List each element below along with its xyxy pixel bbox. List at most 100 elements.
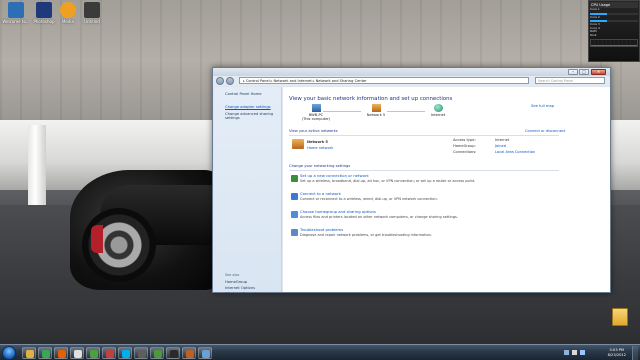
taskbar-item-network[interactable] — [198, 347, 212, 359]
wallpaper-brake — [91, 225, 103, 253]
address-row: ▸ Control Panel ▸ Network and Internet ▸… — [213, 76, 610, 86]
local-area-connection-link[interactable]: Local Area Connection — [495, 150, 535, 154]
internet-options-link[interactable]: Internet Options — [225, 286, 279, 290]
connect-disconnect-link[interactable]: Connect or disconnect — [525, 129, 565, 133]
sidebar-home-link[interactable]: Control Panel Home — [225, 92, 279, 96]
taskbar: 5:03 PM 8/23/2012 — [0, 344, 640, 360]
taskbar-item-skype[interactable] — [118, 347, 132, 359]
clock-date: 8/23/2012 — [607, 352, 626, 357]
see-also-title: See also — [225, 273, 240, 277]
file-icon — [84, 2, 100, 18]
close-button[interactable]: ✕ — [591, 69, 606, 75]
home-network-icon — [371, 104, 381, 112]
taskbar-item-utorrent[interactable] — [86, 347, 100, 359]
see-full-map-link[interactable]: See full map — [531, 104, 554, 108]
wallpaper-post — [28, 125, 46, 205]
desktop-icon[interactable]: Untitled — [78, 2, 106, 24]
network-tray-icon[interactable] — [580, 350, 585, 355]
homegroup-link[interactable]: HomeGroup — [225, 280, 279, 284]
recycle-bin-icon[interactable] — [612, 308, 628, 326]
troubleshoot-icon — [291, 229, 298, 236]
app5-icon — [186, 350, 194, 358]
back-button[interactable] — [216, 77, 224, 85]
task-connect-network[interactable]: Connect to a network Connect or reconnec… — [300, 191, 438, 201]
desktop-icon-label: Media — [61, 19, 74, 24]
taskbar-item-app3[interactable] — [150, 347, 164, 359]
map-node-label: Internet — [430, 113, 446, 117]
desktop-icon-image — [8, 2, 24, 18]
show-desktop-button[interactable] — [632, 346, 638, 360]
app4-icon — [170, 350, 178, 358]
task-title[interactable]: Choose homegroup and sharing options — [300, 209, 458, 214]
map-node-network: Network 5 — [361, 104, 391, 117]
map-node-internet: Internet — [423, 104, 453, 117]
section-divider — [289, 170, 559, 171]
breadcrumb-item[interactable]: Network and Sharing Center — [316, 79, 367, 83]
home-network-icon — [292, 139, 304, 149]
search-input[interactable]: Search Control Panel — [535, 77, 605, 84]
network-type-link[interactable]: Home network — [307, 146, 333, 150]
cpu-gadget[interactable]: CPU Usage Core 1 Core 2 Core 3 Core 4 RA… — [588, 0, 640, 62]
address-bar[interactable]: ▸ Control Panel ▸ Network and Internet ▸… — [239, 77, 529, 84]
desktop-icon[interactable]: Welcome to... — [2, 2, 30, 24]
minimize-button[interactable]: – — [568, 69, 578, 75]
taskbar-item-firefox[interactable] — [54, 347, 68, 359]
clock[interactable]: 5:03 PM 8/23/2012 — [608, 348, 626, 357]
task-title[interactable]: Set up a new connection or network — [300, 173, 475, 178]
app2-icon — [138, 350, 146, 358]
change-settings-title: Change your networking settings — [289, 164, 351, 168]
task-setup-connection[interactable]: Set up a new connection or network Set u… — [300, 173, 475, 183]
taskbar-item-app5[interactable] — [182, 347, 196, 359]
task-troubleshoot[interactable]: Troubleshoot problems Diagnose and repai… — [300, 227, 432, 237]
gadget-row: Disk — [590, 32, 597, 37]
volume-icon[interactable] — [572, 350, 577, 355]
breadcrumb-item[interactable]: Network and Internet — [273, 79, 311, 83]
tray-arrow-icon[interactable] — [564, 350, 569, 355]
sidebar: Control Panel Home Change adapter settin… — [214, 87, 282, 296]
taskbar-item-app2[interactable] — [134, 347, 148, 359]
globe-icon — [433, 104, 443, 112]
utorrent-icon — [90, 350, 98, 358]
task-desc: Connect or reconnect to a wireless, wire… — [300, 197, 438, 201]
network-icon — [202, 350, 210, 358]
network-name: Network 5 — [307, 140, 328, 144]
task-desc: Diagnose and repair network problems, or… — [300, 233, 432, 237]
task-title[interactable]: Connect to a network — [300, 191, 438, 196]
windows-firewall-link[interactable]: Windows Firewall — [225, 292, 279, 296]
homegroup-label: HomeGroup: — [453, 144, 476, 148]
homegroup-value-link[interactable]: Joined — [495, 144, 506, 148]
access-type-value: Internet — [495, 138, 510, 142]
map-node-sub: (This computer) — [301, 117, 331, 121]
gadget-graph — [590, 38, 638, 47]
taskbar-item-media[interactable] — [70, 347, 84, 359]
access-type-label: Access type: — [453, 138, 476, 142]
connect-network-icon — [291, 193, 298, 200]
section-divider — [289, 135, 559, 136]
media-icon — [74, 350, 82, 358]
start-button[interactable] — [2, 346, 16, 360]
system-tray: 5:03 PM 8/23/2012 — [560, 346, 638, 360]
media-icon — [60, 2, 76, 18]
desktop-icon-label: Photoshop — [33, 19, 55, 24]
forward-button[interactable] — [226, 77, 234, 85]
taskbar-item-chrome[interactable] — [38, 347, 52, 359]
task-homegroup[interactable]: Choose homegroup and sharing options Acc… — [300, 209, 458, 219]
chrome-icon — [42, 350, 50, 358]
page-title: View your basic network information and … — [289, 96, 453, 102]
map-connector — [387, 111, 425, 112]
maximize-button[interactable]: □ — [579, 69, 589, 75]
advanced-sharing-link[interactable]: Change advanced sharing settings — [225, 112, 279, 121]
task-title[interactable]: Troubleshoot problems — [300, 227, 432, 232]
taskbar-item-app[interactable] — [102, 347, 116, 359]
app-icon — [106, 350, 114, 358]
taskbar-item-explorer[interactable] — [22, 347, 36, 359]
taskbar-item-app4[interactable] — [166, 347, 180, 359]
desktop-icon-label: Welcome to... — [2, 19, 30, 24]
active-networks-title: View your active networks — [289, 129, 338, 133]
gadget-row: Core 1 — [590, 7, 600, 11]
change-adapter-link[interactable]: Change adapter settings — [225, 105, 279, 109]
breadcrumb-item[interactable]: Control Panel — [246, 79, 270, 83]
title-bar[interactable]: – □ ✕ — [213, 68, 610, 76]
main-pane: View your basic network information and … — [283, 87, 610, 292]
task-desc: Access files and printers located on oth… — [300, 215, 458, 219]
